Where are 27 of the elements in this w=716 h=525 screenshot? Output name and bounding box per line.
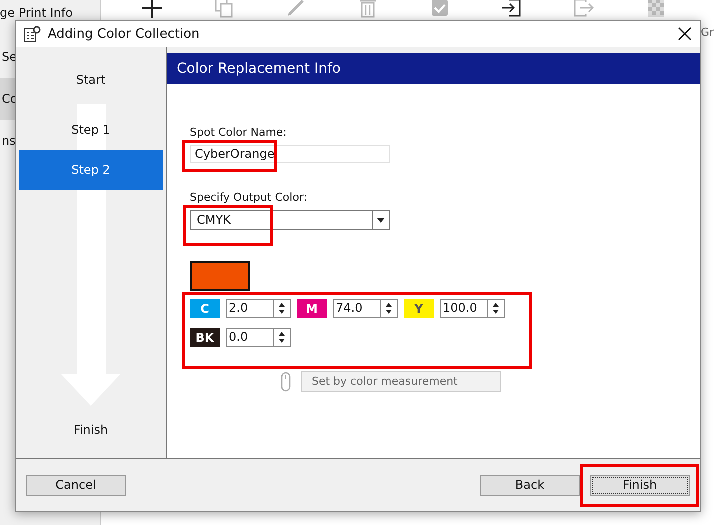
wizard-step: Step 1 [19, 110, 163, 150]
field-label: Specify Output Color: [190, 191, 308, 204]
color-mode-dropdown[interactable]: CMYK [190, 210, 390, 230]
window-title: Adding Color Collection [48, 26, 201, 42]
wizard-step: Finish [19, 410, 163, 450]
number-spinner[interactable]: 2.0 [226, 299, 291, 318]
plus-icon[interactable] [140, 0, 164, 20]
channel-badge: C [190, 299, 220, 318]
import-icon[interactable] [500, 0, 524, 20]
channel-badge: BK [190, 328, 220, 347]
dialog-button[interactable]: Cancel [26, 474, 126, 496]
dialog-button[interactable]: Finish [590, 474, 690, 496]
dialog-button[interactable]: Back [480, 474, 580, 496]
channel-badge: M [297, 299, 327, 318]
close-icon[interactable] [678, 27, 692, 41]
name-field[interactable]: CyberOrange [190, 145, 390, 163]
number-spinner[interactable]: 74.0 [333, 299, 398, 318]
mouse-icon [281, 372, 291, 392]
group-label: Gr [701, 26, 714, 39]
number-spinner[interactable]: 100.0 [440, 299, 505, 318]
field-label: Spot Color Name: [190, 126, 288, 139]
wizard-step: Step 2 [19, 150, 163, 190]
section-header: Color Replacement Info [167, 53, 700, 84]
channel-badge: Y [404, 299, 434, 318]
number-spinner[interactable]: 0.0 [226, 328, 291, 347]
wizard-step: Start [19, 60, 163, 100]
settings-list-icon [24, 25, 42, 43]
